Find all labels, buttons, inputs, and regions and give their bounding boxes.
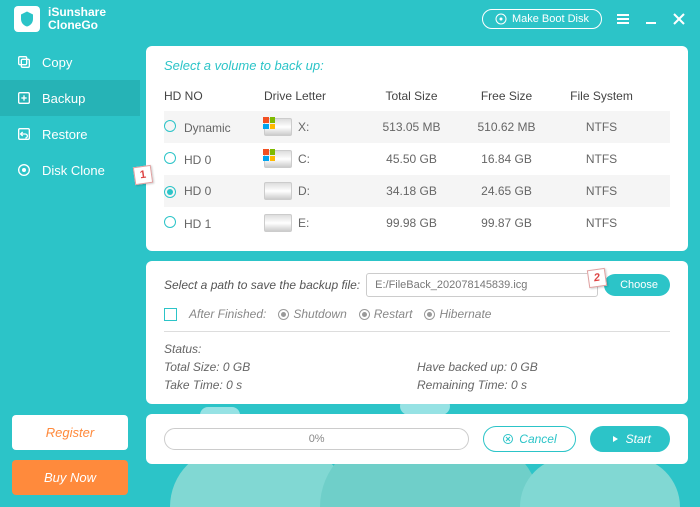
volume-name: HD 0 [184,184,211,198]
make-boot-disk-button[interactable]: Make Boot Disk [482,9,602,29]
total-size: 34.18 GB [364,184,459,198]
volume-radio[interactable] [164,120,176,132]
volume-radio[interactable] [164,152,176,164]
after-shutdown-radio[interactable]: Shutdown [278,307,346,321]
drive-icon [264,150,292,168]
free-size: 510.62 MB [459,120,554,134]
drive-letter: E: [298,216,309,230]
volume-table-header: HD NO Drive Letter Total Size Free Size … [164,85,670,111]
after-finished-row: After Finished: Shutdown Restart Hiberna… [164,307,670,321]
close-icon[interactable] [672,12,686,26]
after-hibernate-radio[interactable]: Hibernate [424,307,491,321]
app-name: iSunshareCloneGo [48,6,106,32]
after-finished-checkbox[interactable] [164,308,177,321]
total-size: 513.05 MB [364,120,459,134]
backup-settings-card: Select a path to save the backup file: 2… [146,261,688,404]
path-label: Select a path to save the backup file: [164,278,360,292]
progress-card: 0% Cancel Start [146,414,688,464]
after-finished-label: After Finished: [189,307,266,321]
sidebar-item-copy[interactable]: Copy [0,44,140,80]
volume-row[interactable]: HD 0 C: 45.50 GB16.84 GBNTFS [164,143,670,175]
sidebar-item-backup[interactable]: Backup [0,80,140,116]
minimize-icon[interactable] [644,12,658,26]
sidebar-item-disk-clone[interactable]: Disk Clone [0,152,140,188]
file-system: NTFS [554,216,649,230]
file-system: NTFS [554,184,649,198]
progress-bar: 0% [164,428,469,450]
sidebar-item-label: Copy [42,55,72,70]
volume-row[interactable]: Dynamic X: 513.05 MB510.62 MBNTFS [164,111,670,143]
volume-row[interactable]: HD 1 E: 99.98 GB99.87 GBNTFS [164,207,670,239]
drive-icon [264,118,292,136]
volume-select-card: 1 Select a volume to back up: HD NO Driv… [146,46,688,251]
free-size: 16.84 GB [459,152,554,166]
volume-name: HD 0 [184,153,211,167]
volume-name: HD 1 [184,217,211,231]
app-logo [14,6,40,32]
start-button[interactable]: Start [590,426,670,452]
status-title: Status: [164,342,670,356]
drive-letter: D: [298,184,310,198]
sidebar-item-label: Backup [42,91,85,106]
sidebar-item-label: Disk Clone [42,163,105,178]
volume-radio[interactable] [164,186,176,198]
callout-2: 2 [587,268,607,288]
after-restart-radio[interactable]: Restart [359,307,413,321]
drive-icon [264,182,292,200]
free-size: 99.87 GB [459,216,554,230]
drive-icon [264,214,292,232]
sidebar-item-label: Restore [42,127,88,142]
volume-name: Dynamic [184,121,231,135]
main-panel: 1 Select a volume to back up: HD NO Driv… [140,38,700,507]
sidebar-item-restore[interactable]: Restore [0,116,140,152]
free-size: 24.65 GB [459,184,554,198]
titlebar: iSunshareCloneGo Make Boot Disk [0,0,700,38]
sidebar: Copy Backup Restore Disk Clone Register … [0,38,140,507]
choose-path-button[interactable]: Choose [604,274,670,296]
file-system: NTFS [554,152,649,166]
path-row: Select a path to save the backup file: 2… [164,273,670,297]
volume-radio[interactable] [164,216,176,228]
drive-letter: X: [298,120,309,134]
volume-select-title: Select a volume to back up: [164,58,670,73]
drive-letter: C: [298,152,310,166]
total-size: 99.98 GB [364,216,459,230]
total-size: 45.50 GB [364,152,459,166]
register-button[interactable]: Register [12,415,128,450]
buy-now-button[interactable]: Buy Now [12,460,128,495]
menu-icon[interactable] [616,12,630,26]
volume-row[interactable]: HD 0 D: 34.18 GB24.65 GBNTFS [164,175,670,207]
backup-path-input[interactable] [366,273,598,297]
cancel-button[interactable]: Cancel [483,426,575,452]
file-system: NTFS [554,120,649,134]
status-block: Status: Total Size: 0 GB Have backed up:… [164,342,670,392]
callout-1: 1 [133,165,153,185]
